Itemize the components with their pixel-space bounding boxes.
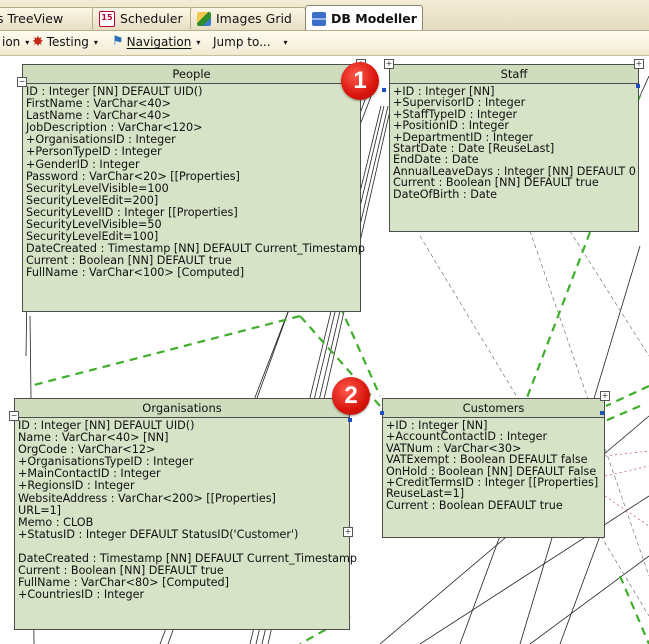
signpost-icon: ⚑ xyxy=(112,34,124,49)
entity-field[interactable]: URL=1] xyxy=(18,504,349,517)
entity-field[interactable]: +PositionID : Integer xyxy=(393,120,638,132)
navigation-menu-button[interactable]: ⚑ Navigation ▾ xyxy=(112,35,200,49)
entity-field[interactable]: +CountriesID : Integer xyxy=(18,589,349,601)
toolbar-item-label: ion xyxy=(2,35,21,49)
connector-handle[interactable] xyxy=(382,88,386,92)
calendar-icon: 15 xyxy=(99,10,115,27)
connector-handle[interactable] xyxy=(636,84,640,88)
connector-handle[interactable] xyxy=(600,411,604,415)
tab-label: Images Grid xyxy=(216,10,292,26)
entity-title: Staff xyxy=(390,65,638,84)
callout-badge-2: 2 xyxy=(332,377,370,415)
entity-field[interactable]: DateOfBirth : Date xyxy=(393,188,638,200)
entity-title: Organisations xyxy=(15,399,349,418)
entity-field-list: +ID : Integer [NN] +AccountContactID : In… xyxy=(383,418,604,512)
collapse-toggle-icon[interactable]: − xyxy=(17,77,27,87)
entity-field[interactable]: +RegionsID : Integer xyxy=(18,480,349,492)
tab-label: s TreeView xyxy=(0,10,64,26)
chevron-down-icon: ▾ xyxy=(196,37,201,47)
entity-field[interactable]: Password : VarChar<20> [[Properties] xyxy=(26,170,360,183)
toolbar-menu-ion[interactable]: ion ▾ xyxy=(2,35,29,49)
expand-corner-icon[interactable]: + xyxy=(600,391,610,401)
entity-field-list: ID : Integer [NN] DEFAULT UID() FirstName… xyxy=(23,84,365,280)
chevron-down-icon: ▾ xyxy=(283,37,288,47)
callout-badge-1: 1 xyxy=(341,62,379,100)
bug-icon: ✸ xyxy=(32,34,44,50)
tab-treeview[interactable]: s TreeView xyxy=(0,7,96,29)
db-modeller-icon xyxy=(312,11,326,26)
testing-menu-button[interactable]: ✸ Testing ▾ xyxy=(32,35,98,49)
jump-to-menu-button[interactable]: Jump to... ▾ xyxy=(213,35,288,49)
entity-title: People xyxy=(23,65,360,84)
tab-images-grid[interactable]: Images Grid xyxy=(190,7,306,29)
entity-customers[interactable]: Customers +ID : Integer [NN] +AccountCont… xyxy=(382,391,610,538)
tab-db-modeller[interactable]: DB Modeller xyxy=(305,5,423,30)
chevron-down-icon: ▾ xyxy=(25,37,30,47)
collapse-toggle-icon[interactable]: − xyxy=(9,411,19,421)
expand-corner-icon[interactable]: + xyxy=(634,59,644,69)
toolbar-item-label: Testing xyxy=(46,35,89,49)
connector-handle[interactable] xyxy=(348,418,352,422)
diagram-canvas[interactable]: People ID : Integer [NN] DEFAULT UID() Fi… xyxy=(0,56,649,644)
toolbar-item-label: Navigation xyxy=(126,35,192,49)
chevron-down-icon: ▾ xyxy=(93,37,98,47)
tab-scheduler[interactable]: 15 Scheduler xyxy=(92,7,193,29)
connector-handle[interactable] xyxy=(380,411,384,415)
field-expand-icon[interactable]: + xyxy=(343,527,353,537)
entity-field[interactable]: FullName : VarChar<100> [Computed] xyxy=(26,267,360,279)
entity-field[interactable]: WebsiteAddress : VarChar<200> [[Properti… xyxy=(18,492,349,505)
modeller-toolbar: ion ▾ ✸ Testing ▾ ⚑ Navigation ▾ Jump to… xyxy=(0,31,649,56)
entity-field[interactable]: +PersonTypeID : Integer xyxy=(26,146,360,158)
toolbar-item-label: Jump to... xyxy=(213,35,271,49)
entity-field[interactable]: Current : Boolean [NN] DEFAULT true xyxy=(393,177,638,189)
entity-title: Customers xyxy=(383,399,604,418)
entity-field[interactable]: +StatusID : Integer DEFAULT StatusID('Cu… xyxy=(18,528,349,541)
entity-staff[interactable]: Staff +ID : Integer [NN] +SupervisorID : … xyxy=(384,59,644,232)
entity-field-list: ID : Integer [NN] DEFAULT UID() Name : Va… xyxy=(15,418,357,601)
entity-field[interactable]: VATExempt : Boolean DEFAULT false xyxy=(386,454,604,466)
entity-people[interactable]: People ID : Integer [NN] DEFAULT UID() Fi… xyxy=(17,59,366,312)
collapse-toggle-icon[interactable]: + xyxy=(384,59,394,69)
images-icon xyxy=(197,11,211,26)
tab-label: DB Modeller xyxy=(331,10,417,26)
document-tab-bar: s TreeView 15 Scheduler Images Grid DB M… xyxy=(0,0,649,31)
entity-organisations[interactable]: Organisations ID : Integer [NN] DEFAULT … xyxy=(9,398,357,630)
tab-label: Scheduler xyxy=(120,10,183,26)
entity-field[interactable]: +GenderID : Integer xyxy=(26,158,360,171)
entity-field-list: +ID : Integer [NN] +SupervisorID : Intege… xyxy=(390,84,638,200)
entity-field[interactable]: Current : Boolean DEFAULT true xyxy=(386,499,604,511)
